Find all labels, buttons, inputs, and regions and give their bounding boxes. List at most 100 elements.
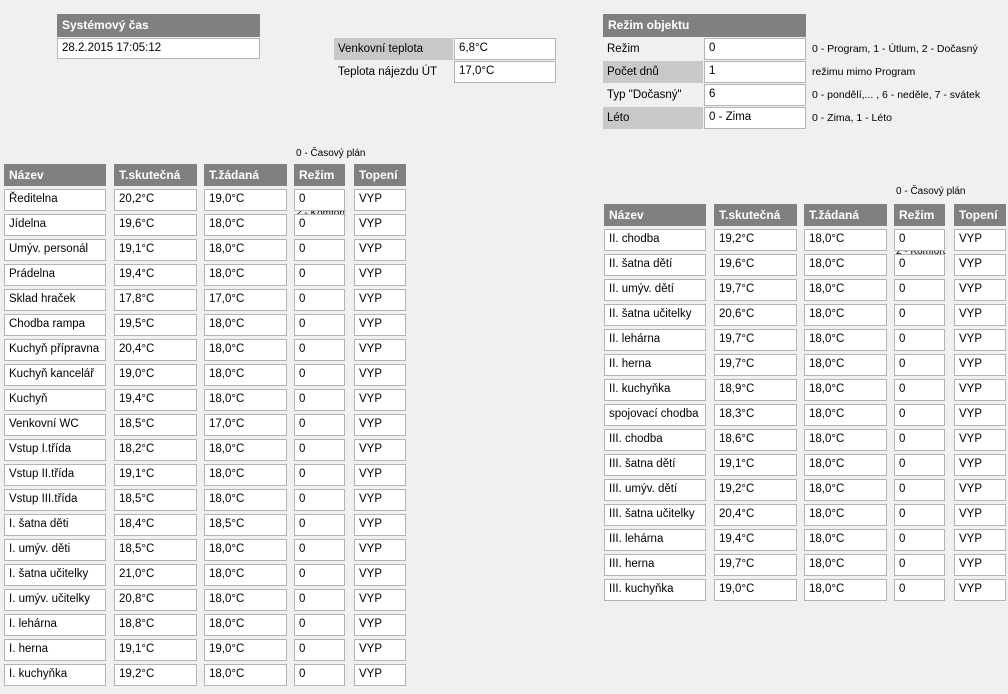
cell-name[interactable]: Kuchyň kancelář [4,364,106,386]
cell-name[interactable]: Chodba rampa [4,314,106,336]
cell-heating[interactable]: VYP [354,364,406,386]
cell-target-temp[interactable]: 18,0°C [204,264,287,286]
cell-mode[interactable]: 0 [894,429,945,451]
cell-name[interactable]: II. lehárna [604,329,706,351]
cell-actual-temp[interactable]: 19,7°C [714,279,797,301]
cell-mode[interactable]: 0 [294,264,345,286]
cell-mode[interactable]: 0 [294,514,345,536]
cell-mode[interactable]: 0 [894,304,945,326]
cell-heating[interactable]: VYP [354,539,406,561]
cell-actual-temp[interactable]: 19,1°C [114,464,197,486]
cell-mode[interactable]: 0 [894,454,945,476]
cell-heating[interactable]: VYP [354,289,406,311]
days-field[interactable]: 1 [704,61,806,83]
cell-actual-temp[interactable]: 19,7°C [714,329,797,351]
cell-name[interactable]: I. umýv. děti [4,539,106,561]
cell-heating[interactable]: VYP [954,454,1006,476]
cell-actual-temp[interactable]: 21,0°C [114,564,197,586]
cell-name[interactable]: I. umýv. učitelky [4,589,106,611]
cell-actual-temp[interactable]: 18,5°C [114,539,197,561]
cell-name[interactable]: I. šatna děti [4,514,106,536]
cell-mode[interactable]: 0 [294,464,345,486]
cell-target-temp[interactable]: 18,0°C [804,379,887,401]
cell-target-temp[interactable]: 18,0°C [204,464,287,486]
cell-actual-temp[interactable]: 19,6°C [714,254,797,276]
cell-name[interactable]: Jídelna [4,214,106,236]
cell-actual-temp[interactable]: 18,5°C [114,489,197,511]
cell-heating[interactable]: VYP [954,379,1006,401]
cell-heating[interactable]: VYP [954,254,1006,276]
cell-mode[interactable]: 0 [294,564,345,586]
cell-target-temp[interactable]: 18,0°C [804,254,887,276]
cell-target-temp[interactable]: 18,0°C [804,404,887,426]
cell-heating[interactable]: VYP [954,479,1006,501]
cell-mode[interactable]: 0 [294,289,345,311]
cell-actual-temp[interactable]: 18,9°C [714,379,797,401]
cell-target-temp[interactable]: 18,0°C [204,214,287,236]
cell-actual-temp[interactable]: 19,0°C [114,364,197,386]
cell-name[interactable]: Kuchyň [4,389,106,411]
cell-mode[interactable]: 0 [894,354,945,376]
cell-mode[interactable]: 0 [894,329,945,351]
cell-name[interactable]: III. umýv. dětí [604,479,706,501]
cell-target-temp[interactable]: 18,0°C [804,479,887,501]
cell-target-temp[interactable]: 18,0°C [204,664,287,686]
cell-actual-temp[interactable]: 20,2°C [114,189,197,211]
cell-actual-temp[interactable]: 19,5°C [114,314,197,336]
cell-actual-temp[interactable]: 19,0°C [714,579,797,601]
cell-heating[interactable]: VYP [354,314,406,336]
cell-mode[interactable]: 0 [894,379,945,401]
cell-heating[interactable]: VYP [354,564,406,586]
cell-actual-temp[interactable]: 19,4°C [114,389,197,411]
cell-target-temp[interactable]: 18,0°C [804,504,887,526]
cell-mode[interactable]: 0 [894,404,945,426]
cell-heating[interactable]: VYP [954,354,1006,376]
cell-heating[interactable]: VYP [354,664,406,686]
cell-actual-temp[interactable]: 19,1°C [714,454,797,476]
cell-target-temp[interactable]: 19,0°C [204,639,287,661]
cell-actual-temp[interactable]: 18,5°C [114,414,197,436]
cell-target-temp[interactable]: 18,0°C [204,239,287,261]
cell-name[interactable]: III. šatna učitelky [604,504,706,526]
temporary-type-field[interactable]: 6 [704,84,806,106]
cell-name[interactable]: II. šatna učitelky [604,304,706,326]
cell-target-temp[interactable]: 17,0°C [204,414,287,436]
cell-mode[interactable]: 0 [894,554,945,576]
cell-target-temp[interactable]: 17,0°C [204,289,287,311]
cell-heating[interactable]: VYP [954,554,1006,576]
cell-mode[interactable]: 0 [294,489,345,511]
cell-target-temp[interactable]: 18,0°C [204,489,287,511]
cell-name[interactable]: spojovací chodba [604,404,706,426]
cell-target-temp[interactable]: 18,0°C [204,364,287,386]
cell-heating[interactable]: VYP [354,489,406,511]
cell-mode[interactable]: 0 [294,664,345,686]
cell-mode[interactable]: 0 [294,439,345,461]
cell-target-temp[interactable]: 18,5°C [204,514,287,536]
cell-name[interactable]: II. kuchyňka [604,379,706,401]
cell-target-temp[interactable]: 18,0°C [204,314,287,336]
cell-mode[interactable]: 0 [294,414,345,436]
cell-target-temp[interactable]: 18,0°C [804,579,887,601]
cell-target-temp[interactable]: 19,0°C [204,189,287,211]
cell-name[interactable]: I. herna [4,639,106,661]
outdoor-temp-field[interactable]: 6,8°C [454,38,556,60]
cell-target-temp[interactable]: 18,0°C [204,564,287,586]
cell-heating[interactable]: VYP [954,304,1006,326]
cell-actual-temp[interactable]: 18,6°C [714,429,797,451]
cell-name[interactable]: Sklad hraček [4,289,106,311]
cell-target-temp[interactable]: 18,0°C [804,329,887,351]
cell-heating[interactable]: VYP [954,579,1006,601]
cell-mode[interactable]: 0 [294,389,345,411]
cell-heating[interactable]: VYP [954,329,1006,351]
cell-name[interactable]: Prádelna [4,264,106,286]
summer-field[interactable]: 0 - Zima [704,107,806,129]
cell-heating[interactable]: VYP [354,414,406,436]
cell-actual-temp[interactable]: 19,7°C [714,354,797,376]
cell-target-temp[interactable]: 18,0°C [204,389,287,411]
cell-name[interactable]: Kuchyň přípravna [4,339,106,361]
cell-actual-temp[interactable]: 19,1°C [114,639,197,661]
cell-actual-temp[interactable]: 19,2°C [114,664,197,686]
cell-mode[interactable]: 0 [894,529,945,551]
cell-actual-temp[interactable]: 20,4°C [714,504,797,526]
cell-target-temp[interactable]: 18,0°C [804,304,887,326]
